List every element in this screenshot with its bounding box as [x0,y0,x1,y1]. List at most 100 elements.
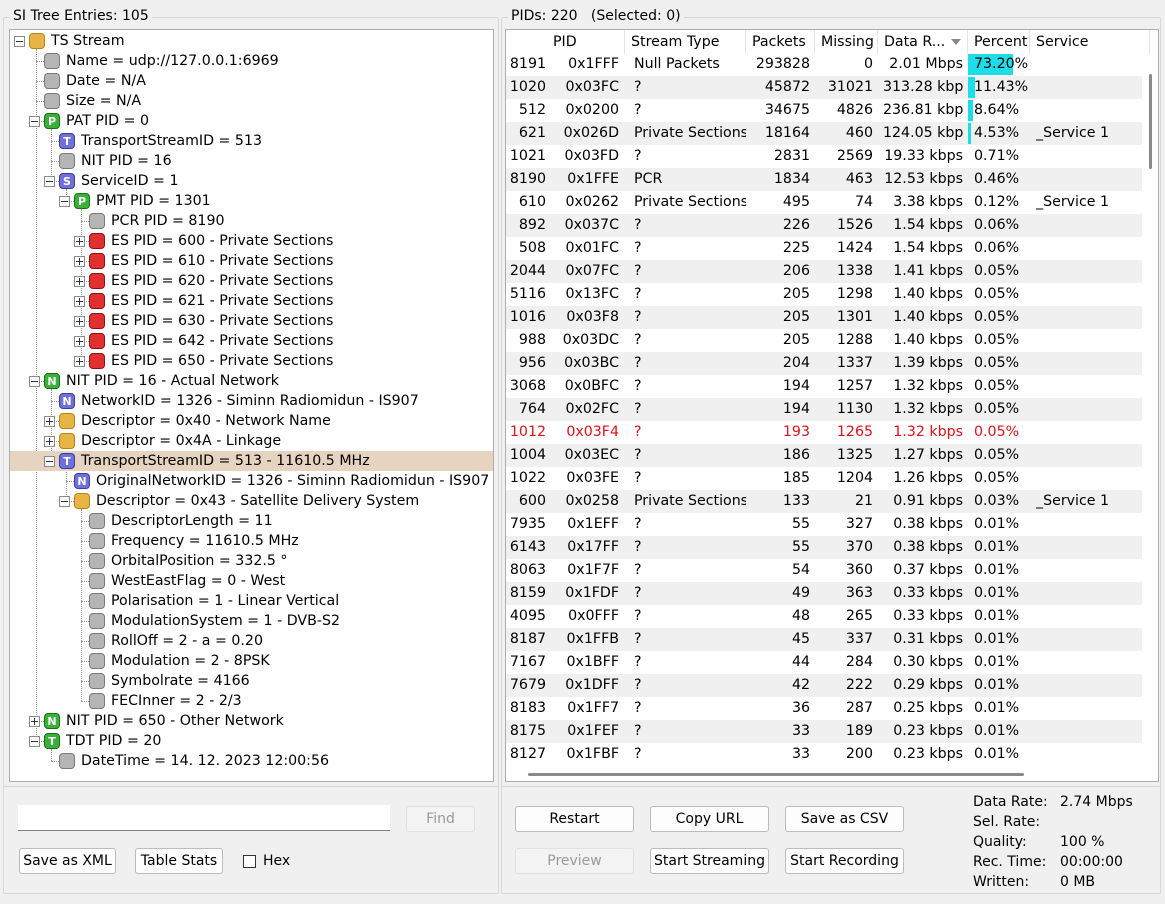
table-row[interactable]: 512 0x0200? 34675 4826 236.81 kbps 8.64% [506,99,1142,122]
vertical-scroll-thumb[interactable] [1149,74,1152,169]
expand-icon[interactable] [74,296,85,307]
table-row[interactable]: 892 0x037C? 226 1526 1.54 kbps 0.06% [506,214,1142,237]
hex-cell: 0x03EC [564,447,619,463]
column-header-data-rate[interactable]: Data R... [878,30,968,54]
preview-button[interactable]: Preview [515,848,634,874]
table-row[interactable]: 1020 0x03FC? 45872 31021 313.28 kbps 11.43% [506,76,1142,99]
hex-cell: 0x03FE [566,470,619,486]
expand-icon[interactable] [74,316,85,327]
column-header-pid[interactable]: PID [506,30,625,54]
table-row[interactable]: 508 0x01FC? 225 1424 1.54 kbps 0.06% [506,237,1142,260]
collapse-icon[interactable] [44,456,55,467]
table-row[interactable]: 7935 0x1EFF? 55 327 0.38 kbps 0.01% [506,513,1142,536]
stream-type-cell: Null Packets [634,56,720,72]
table-row[interactable]: 2044 0x07FC? 206 1338 1.41 kbps 0.05% [506,260,1142,283]
table-row[interactable]: 8183 0x1FF7? 36 287 0.25 kbps 0.01% [506,697,1142,720]
copy-url-button[interactable]: Copy URL [650,806,769,832]
collapse-icon[interactable] [59,196,70,207]
column-header-packets[interactable]: Packets [746,30,815,54]
si-tree[interactable]: TS Stream Name = udp://127.0.0.1:6969 Date… [9,29,494,782]
column-header-percent[interactable]: Percent [968,30,1030,54]
missing-cell: 287 [845,700,873,716]
pid-cell: 8191 [509,56,546,72]
missing-cell: 370 [845,539,873,555]
missing-cell: 1338 [836,263,873,279]
collapse-icon[interactable] [29,376,40,387]
stream-type-cell: ? [634,424,642,440]
table-row[interactable]: 1021 0x03FD? 2831 2569 19.33 kbps 0.71% [506,145,1142,168]
table-row[interactable]: 1016 0x03F8? 205 1301 1.40 kbps 0.05% [506,306,1142,329]
expand-icon[interactable] [74,356,85,367]
collapse-icon[interactable] [14,36,25,47]
start-streaming-button[interactable]: Start Streaming [650,848,769,874]
table-row[interactable]: 8127 0x1FBF? 33 200 0.23 kbps 0.01% [506,743,1142,766]
save-as-xml-button[interactable]: Save as XML [19,848,116,874]
percent-cell: 0.05% [974,470,1020,486]
percent-cell: 0.01% [974,723,1020,739]
id-icon: N [59,393,75,409]
table-row[interactable]: 764 0x02FC? 194 1130 1.32 kbps 0.05% [506,398,1142,421]
data-rate-cell: 1.39 kbps [893,355,963,371]
vertical-scrollbar[interactable] [1142,54,1158,766]
table-row[interactable]: 8191 0x1FFF Null Packets 293828 0 2.01 Mbps 73… [506,53,1142,76]
tree-node-label: Descriptor = 0x40 - Network Name [81,413,331,429]
column-header-service[interactable]: Service [1030,30,1150,54]
percent-cell: 0.06% [974,240,1020,256]
hex-cell: 0x1FBF [566,746,619,762]
table-row[interactable]: 1022 0x03FE? 185 1204 1.26 kbps 0.05% [506,467,1142,490]
tree-node[interactable]: T TransportStreamID = 513 - 11610.5 MHz [10,451,493,471]
data-rate-cell: 0.91 kbps [893,493,963,509]
tree-connector [51,141,59,142]
table-row[interactable]: 8190 0x1FFE PCR 1834 463 12.53 kbps 0.46% [506,168,1142,191]
collapse-icon[interactable] [44,176,55,187]
missing-cell: 2569 [836,148,873,164]
pid-table[interactable]: PID Stream Type Packets Missing Data R... Per… [505,29,1159,782]
expand-icon[interactable] [44,436,55,447]
expand-icon[interactable] [74,336,85,347]
table-row[interactable]: 1012 0x03F4? 193 1265 1.32 kbps 0.05% [506,421,1142,444]
expand-icon[interactable] [29,716,40,727]
property-icon [89,213,105,229]
hex-checkbox[interactable] [243,855,256,868]
search-input[interactable] [18,805,390,831]
table-row[interactable]: 7167 0x1BFF? 44 284 0.30 kbps 0.01% [506,651,1142,674]
packets-cell: 205 [782,309,810,325]
table-row[interactable]: 8159 0x1FDF? 49 363 0.33 kbps 0.01% [506,582,1142,605]
table-row[interactable]: 600 0x0258 Private Sections 133 21 0.91 kbps _… [506,490,1142,513]
table-row[interactable]: 8175 0x1FEF? 33 189 0.23 kbps 0.01% [506,720,1142,743]
expand-icon[interactable] [74,276,85,287]
table-row[interactable]: 956 0x03BC? 204 1337 1.39 kbps 0.05% [506,352,1142,375]
stream-type-cell: ? [634,148,642,164]
table-row[interactable]: 5116 0x13FC? 205 1298 1.40 kbps 0.05% [506,283,1142,306]
table-row[interactable]: 6143 0x17FF? 55 370 0.38 kbps 0.01% [506,536,1142,559]
column-header-missing[interactable]: Missing [815,30,878,54]
horizontal-scrollbar[interactable] [506,767,1158,781]
table-row[interactable]: 4095 0x0FFF? 48 265 0.33 kbps 0.01% [506,605,1142,628]
collapse-icon[interactable] [59,496,70,507]
save-as-csv-button[interactable]: Save as CSV [785,806,904,832]
column-header-stream-type[interactable]: Stream Type [625,30,746,54]
expand-icon[interactable] [74,256,85,267]
tree-connector [81,701,89,702]
collapse-icon[interactable] [29,736,40,747]
table-row[interactable]: 3068 0x0BFC? 194 1257 1.32 kbps 0.05% [506,375,1142,398]
horizontal-scroll-thumb[interactable] [528,773,1024,776]
table-row[interactable]: 7679 0x1DFF? 42 222 0.29 kbps 0.01% [506,674,1142,697]
tree-node-label: ES PID = 610 - Private Sections [111,253,334,269]
restart-button[interactable]: Restart [515,806,634,832]
expand-icon[interactable] [74,236,85,247]
table-stats-button[interactable]: Table Stats [135,848,223,874]
hex-cell: 0x1EFF [567,516,619,532]
table-row[interactable]: 1004 0x03EC? 186 1325 1.27 kbps 0.05% [506,444,1142,467]
table-row[interactable]: 610 0x0262 Private Sections 495 74 3.38 kbps _… [506,191,1142,214]
expand-icon[interactable] [44,416,55,427]
find-button[interactable]: Find [406,806,475,832]
table-row[interactable]: 988 0x03DC? 205 1288 1.40 kbps 0.05% [506,329,1142,352]
missing-cell: 1526 [836,217,873,233]
stream-type-cell: ? [634,723,642,739]
table-row[interactable]: 8063 0x1F7F? 54 360 0.37 kbps 0.01% [506,559,1142,582]
table-row[interactable]: 621 0x026D Private Sections 18164 460 124.05 … [506,122,1142,145]
collapse-icon[interactable] [29,116,40,127]
table-row[interactable]: 8187 0x1FFB? 45 337 0.31 kbps 0.01% [506,628,1142,651]
start-recording-button[interactable]: Start Recording [785,848,904,874]
